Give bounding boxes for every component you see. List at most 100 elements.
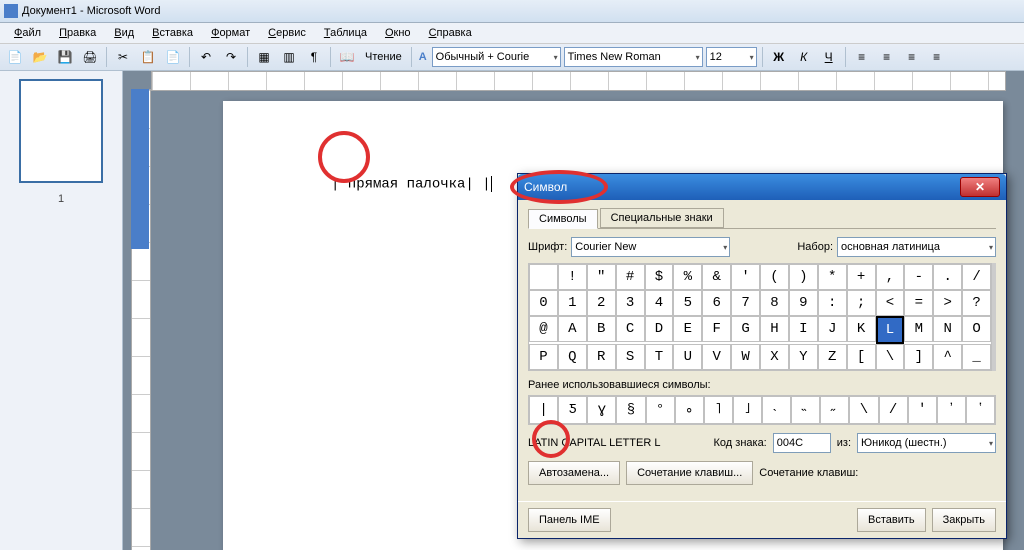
new-icon[interactable]: 📄 bbox=[4, 46, 26, 68]
menu-формат[interactable]: Формат bbox=[203, 25, 258, 41]
char-cell[interactable]: A bbox=[558, 316, 587, 342]
insert-button[interactable]: Вставить bbox=[857, 508, 926, 532]
char-cell[interactable]: : bbox=[818, 290, 847, 316]
close-icon[interactable]: ✕ bbox=[960, 177, 1000, 197]
char-cell[interactable]: % bbox=[673, 264, 702, 290]
char-cell[interactable]: @ bbox=[529, 316, 558, 342]
char-cell[interactable]: B bbox=[587, 316, 616, 342]
char-cell[interactable]: K bbox=[847, 316, 876, 342]
char-cell[interactable]: U bbox=[673, 344, 702, 370]
char-cell[interactable]: D bbox=[645, 316, 674, 342]
autocorrect-button[interactable]: Автозамена... bbox=[528, 461, 620, 485]
char-cell[interactable]: 3 bbox=[616, 290, 645, 316]
grid-scrollbar[interactable] bbox=[992, 263, 996, 371]
char-cell[interactable]: I bbox=[789, 316, 818, 342]
char-cell[interactable]: - bbox=[904, 264, 933, 290]
paste-icon[interactable]: 📄 bbox=[162, 46, 184, 68]
recent-cell[interactable]: ʹ bbox=[908, 396, 937, 424]
copy-icon[interactable]: 📋 bbox=[137, 46, 159, 68]
char-cell[interactable]: 5 bbox=[673, 290, 702, 316]
reading-label[interactable]: Чтение bbox=[361, 51, 406, 63]
shortcut-button[interactable]: Сочетание клавиш... bbox=[626, 461, 753, 485]
char-cell[interactable]: R bbox=[587, 344, 616, 370]
recent-cell[interactable]: ∘ bbox=[675, 396, 704, 424]
char-cell[interactable]: O bbox=[962, 316, 991, 342]
char-cell[interactable]: Q bbox=[558, 344, 587, 370]
code-input[interactable]: 004C bbox=[773, 433, 831, 453]
char-cell[interactable]: S bbox=[616, 344, 645, 370]
recent-cell[interactable]: ɣ bbox=[587, 396, 616, 424]
char-cell[interactable]: C bbox=[616, 316, 645, 342]
recent-cell[interactable]: ˥ bbox=[704, 396, 733, 424]
recent-cell[interactable]: ° bbox=[646, 396, 675, 424]
menu-файл[interactable]: Файл bbox=[6, 25, 49, 41]
char-cell[interactable]: + bbox=[847, 264, 876, 290]
char-cell[interactable]: L bbox=[876, 316, 905, 344]
char-cell[interactable]: X bbox=[760, 344, 789, 370]
recent-cell[interactable]: ˩ bbox=[733, 396, 762, 424]
char-cell[interactable]: P bbox=[529, 344, 558, 370]
char-cell[interactable] bbox=[529, 264, 558, 290]
char-cell[interactable]: _ bbox=[962, 344, 991, 370]
cut-icon[interactable]: ✂ bbox=[112, 46, 134, 68]
print-icon[interactable]: 🖨 bbox=[79, 46, 101, 68]
char-cell[interactable]: / bbox=[962, 264, 991, 290]
dialog-titlebar[interactable]: Символ ✕ bbox=[518, 174, 1006, 200]
recent-cell[interactable]: ʼ bbox=[937, 396, 966, 424]
menu-справка[interactable]: Справка bbox=[421, 25, 480, 41]
char-cell[interactable]: $ bbox=[645, 264, 674, 290]
char-cell[interactable]: ^ bbox=[933, 344, 962, 370]
char-cell[interactable]: ) bbox=[789, 264, 818, 290]
char-cell[interactable]: 0 bbox=[529, 290, 558, 316]
char-cell[interactable]: 1 bbox=[558, 290, 587, 316]
char-cell[interactable]: V bbox=[702, 344, 731, 370]
menu-окно[interactable]: Окно bbox=[377, 25, 419, 41]
menu-вид[interactable]: Вид bbox=[106, 25, 142, 41]
menu-сервис[interactable]: Сервис bbox=[260, 25, 314, 41]
char-cell[interactable]: J bbox=[818, 316, 847, 342]
char-cell[interactable]: = bbox=[904, 290, 933, 316]
set-select[interactable]: основная латиница bbox=[837, 237, 996, 257]
align-right-icon[interactable]: ≡ bbox=[901, 46, 923, 68]
recent-cell[interactable]: ˶ bbox=[820, 396, 849, 424]
tab-special[interactable]: Специальные знаки bbox=[600, 208, 724, 228]
font-select[interactable]: Courier New bbox=[571, 237, 730, 257]
char-cell[interactable]: ' bbox=[731, 264, 760, 290]
char-cell[interactable]: H bbox=[760, 316, 789, 342]
recent-cell[interactable]: \ bbox=[849, 396, 878, 424]
horizontal-ruler[interactable] bbox=[151, 71, 1006, 91]
char-cell[interactable]: " bbox=[587, 264, 616, 290]
recent-cell[interactable]: | bbox=[529, 396, 558, 424]
char-cell[interactable]: * bbox=[818, 264, 847, 290]
close-button[interactable]: Закрыть bbox=[932, 508, 996, 532]
underline-button[interactable]: Ч bbox=[818, 46, 840, 68]
char-cell[interactable]: M bbox=[904, 316, 933, 342]
char-cell[interactable]: 8 bbox=[760, 290, 789, 316]
menu-правка[interactable]: Правка bbox=[51, 25, 104, 41]
char-cell[interactable]: 2 bbox=[587, 290, 616, 316]
columns-icon[interactable]: ▥ bbox=[278, 46, 300, 68]
reading-icon[interactable]: 📖 bbox=[336, 46, 358, 68]
ime-button[interactable]: Панель IME bbox=[528, 508, 611, 532]
recent-cell[interactable]: ʽ bbox=[966, 396, 995, 424]
redo-icon[interactable]: ↷ bbox=[220, 46, 242, 68]
recent-cell[interactable]: ˴ bbox=[762, 396, 791, 424]
recent-cell[interactable]: ˵ bbox=[791, 396, 820, 424]
menu-вставка[interactable]: Вставка bbox=[144, 25, 201, 41]
page-thumbnail[interactable] bbox=[19, 79, 103, 183]
char-cell[interactable]: 7 bbox=[731, 290, 760, 316]
char-cell[interactable]: , bbox=[876, 264, 905, 290]
italic-button[interactable]: К bbox=[793, 46, 815, 68]
recent-cell[interactable]: § bbox=[616, 396, 645, 424]
recent-cell[interactable]: / bbox=[879, 396, 908, 424]
char-cell[interactable]: 9 bbox=[789, 290, 818, 316]
char-cell[interactable]: ] bbox=[904, 344, 933, 370]
from-select[interactable]: Юникод (шестн.) bbox=[857, 433, 996, 453]
align-justify-icon[interactable]: ≡ bbox=[926, 46, 948, 68]
char-cell[interactable]: ; bbox=[847, 290, 876, 316]
style-combo[interactable]: Обычный + Courie bbox=[432, 47, 561, 67]
char-cell[interactable]: ? bbox=[962, 290, 991, 316]
char-cell[interactable]: 4 bbox=[645, 290, 674, 316]
save-icon[interactable]: 💾 bbox=[54, 46, 76, 68]
char-cell[interactable]: T bbox=[645, 344, 674, 370]
